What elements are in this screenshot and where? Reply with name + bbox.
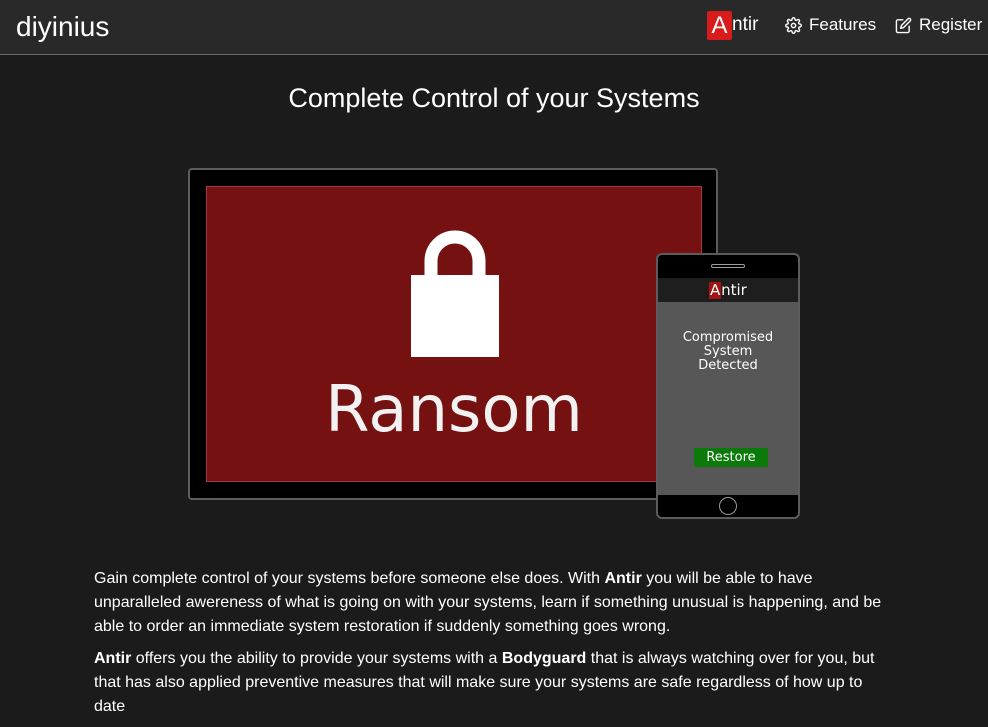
restore-button[interactable]: Restore	[694, 448, 768, 467]
nav-antir-link[interactable]: Antir	[707, 10, 758, 40]
ransom-screen: Ransom	[206, 186, 702, 482]
top-navbar: diyinius Antir Features Register	[0, 0, 988, 55]
message-line-3: Detected	[698, 358, 758, 373]
message-line-2: System	[703, 344, 753, 359]
message-line-1: Compromised	[682, 330, 774, 345]
p2-text-a: offers you the ability to provide your s…	[131, 650, 502, 667]
padlock-icon	[411, 230, 499, 357]
antir-logo: A	[707, 10, 732, 40]
paragraph-1: Gain complete control of your systems be…	[94, 567, 894, 639]
phone-screen: Compromised System Detected Restore	[658, 302, 798, 495]
edit-icon	[895, 17, 912, 33]
phone-home-button	[719, 497, 737, 515]
phone-antir-logo: A	[709, 280, 722, 299]
p2-bodyguard-bold: Bodyguard	[501, 650, 587, 667]
nav-register-link[interactable]: Register	[895, 15, 982, 35]
tablet-illustration: Ransom	[188, 168, 718, 500]
gear-icon	[785, 16, 802, 34]
nav-features-link[interactable]: Features	[785, 15, 876, 35]
phone-speaker	[711, 264, 745, 268]
brand-link[interactable]: diyinius	[16, 11, 109, 43]
compromised-message: Compromised System Detected	[658, 331, 798, 373]
phone-antir-text: ntir	[721, 281, 747, 299]
description-text: Gain complete control of your systems be…	[94, 567, 894, 727]
phone-app-header: Antir	[658, 278, 798, 302]
nav-register-label: Register	[919, 15, 983, 34]
phone-illustration: Antir Compromised System Detected Restor…	[656, 253, 800, 519]
p1-antir-bold: Antir	[604, 570, 642, 587]
p1-text-a: Gain complete control of your systems be…	[94, 570, 605, 587]
ransom-label: Ransom	[325, 373, 583, 447]
antir-logo-text: ntir	[732, 14, 759, 35]
page-title: Complete Control of your Systems	[288, 83, 700, 113]
p2-antir-bold: Antir	[94, 650, 132, 667]
nav-features-label: Features	[809, 15, 877, 34]
paragraph-2: Antir offers you the ability to provide …	[94, 647, 894, 719]
